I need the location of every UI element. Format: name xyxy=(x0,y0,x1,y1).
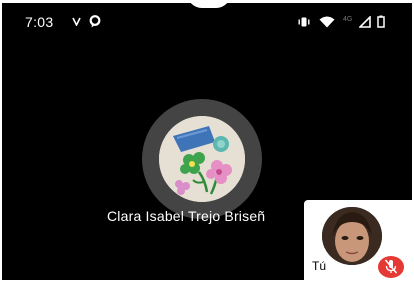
self-photo xyxy=(322,207,382,265)
contact-photo-flowers xyxy=(159,116,245,202)
mic-off-icon xyxy=(384,259,398,274)
call-screen: 7:03 4G Clara Isabel Trejo Briseñ Tú xyxy=(2,3,412,280)
chat-bubble-icon xyxy=(89,15,101,28)
v-notification-icon xyxy=(72,17,81,26)
self-label: Tú xyxy=(312,259,327,273)
network-type: 4G xyxy=(343,16,353,23)
status-time: 7:03 xyxy=(25,14,54,30)
caller-name: Clara Isabel Trejo Briseñ xyxy=(107,208,266,224)
self-avatar xyxy=(322,207,382,265)
status-bar: 7:03 4G xyxy=(2,3,412,39)
battery-icon xyxy=(377,15,385,28)
caller-avatar-ring xyxy=(142,99,262,219)
vibrate-icon xyxy=(298,17,310,27)
signal-icon xyxy=(359,16,371,28)
caller-avatar xyxy=(159,116,245,202)
mute-status-badge[interactable] xyxy=(378,256,404,278)
self-video-preview[interactable]: Tú xyxy=(304,200,412,280)
wifi-icon xyxy=(319,16,335,28)
